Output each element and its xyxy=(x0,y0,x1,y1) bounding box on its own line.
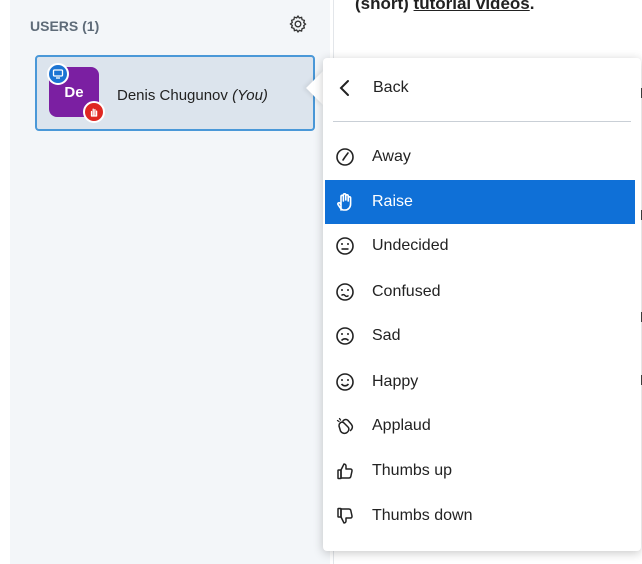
sad-face-icon xyxy=(336,327,354,345)
hand-icon xyxy=(337,193,352,211)
thumbs-down-icon xyxy=(337,507,353,524)
presenter-icon xyxy=(47,63,69,85)
menu-item-away[interactable]: Away xyxy=(325,135,635,179)
user-you-label: (You) xyxy=(232,87,268,104)
menu-item-label: Away xyxy=(372,148,411,165)
menu-item-label: Confused xyxy=(372,283,441,300)
applaud-icon xyxy=(336,417,354,435)
menu-item-sad[interactable]: Sad xyxy=(325,314,635,358)
chevron-left-icon xyxy=(339,80,349,96)
confused-face-icon xyxy=(336,283,354,301)
menu-item-raise[interactable]: Raise xyxy=(325,180,635,224)
status-menu: Back Away Raise Undecided Confused Sad H… xyxy=(323,58,641,551)
user-list-item[interactable]: De Denis Chugunov (You) xyxy=(35,55,315,131)
clock-icon xyxy=(336,148,354,166)
tutorial-videos-link[interactable]: tutorial videos xyxy=(414,0,530,13)
neutral-face-icon xyxy=(336,237,354,255)
raised-hand-status-icon xyxy=(83,101,105,123)
user-display-name: Denis Chugunov xyxy=(117,87,228,104)
tutorial-text-prefix: (short) xyxy=(355,0,414,13)
thumbs-up-icon xyxy=(337,463,353,480)
menu-item-confused[interactable]: Confused xyxy=(325,270,635,314)
user-list-sidebar: USERS (1) De Denis Chugunov (You) xyxy=(10,0,330,564)
menu-item-undecided[interactable]: Undecided xyxy=(325,224,635,268)
menu-item-label: Thumbs up xyxy=(372,462,453,479)
gear-icon[interactable] xyxy=(288,14,308,34)
menu-divider xyxy=(333,121,631,122)
happy-face-icon xyxy=(336,373,354,391)
menu-item-label: Applaud xyxy=(372,417,431,434)
back-label: Back xyxy=(373,79,409,96)
avatar-initials: De xyxy=(64,83,84,101)
menu-item-label: Sad xyxy=(372,327,401,344)
menu-item-label: Raise xyxy=(372,193,413,210)
menu-item-label: Happy xyxy=(372,373,419,390)
avatar: De xyxy=(47,63,105,123)
menu-item-label: Thumbs down xyxy=(372,507,473,524)
tutorial-text: (short) tutorial videos. xyxy=(355,0,534,14)
menu-item-thumbs-up[interactable]: Thumbs up xyxy=(325,449,635,493)
tutorial-text-suffix: . xyxy=(529,0,535,13)
user-name: Denis Chugunov (You) xyxy=(117,87,268,104)
menu-item-label: Undecided xyxy=(372,237,449,254)
menu-item-happy[interactable]: Happy xyxy=(325,360,635,404)
users-header: USERS (1) xyxy=(30,18,100,34)
menu-item-applaud[interactable]: Applaud xyxy=(325,404,635,448)
menu-item-thumbs-down[interactable]: Thumbs down xyxy=(325,494,635,538)
back-button[interactable]: Back xyxy=(323,58,641,118)
